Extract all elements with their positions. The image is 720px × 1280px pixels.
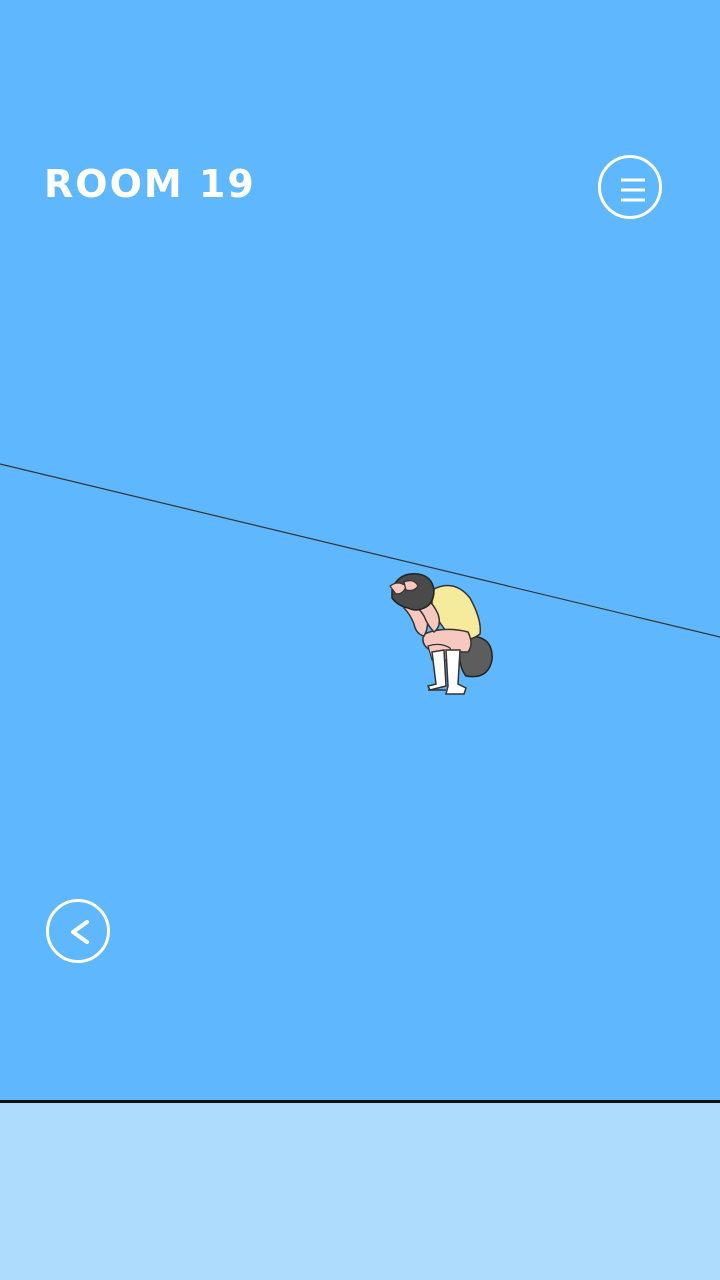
game-scene: ROOM 19 <box>0 0 720 1280</box>
inventory-panel[interactable] <box>0 1100 720 1280</box>
crouching-girl-character[interactable] <box>384 568 500 700</box>
back-button[interactable] <box>46 899 110 963</box>
menu-button[interactable] <box>598 155 662 219</box>
chevron-left-icon <box>71 920 89 944</box>
hamburger-menu-icon <box>621 178 645 202</box>
room-title: ROOM 19 <box>44 162 256 206</box>
